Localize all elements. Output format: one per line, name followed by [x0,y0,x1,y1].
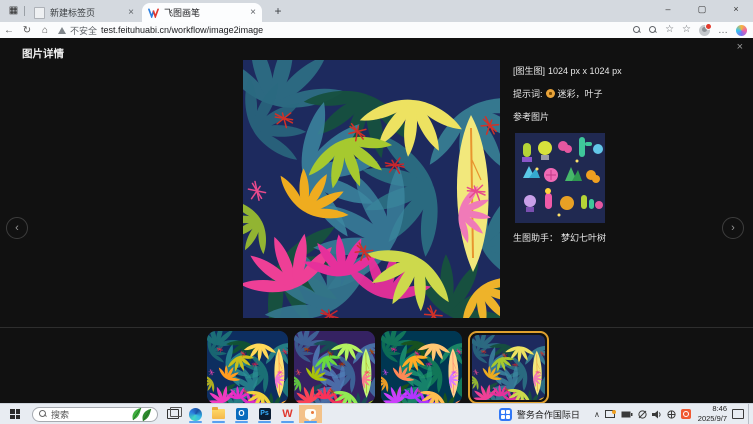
assistant-label: 生图助手： [513,231,558,244]
search-placeholder: 搜索 [51,408,69,421]
task-view-icon [167,409,179,419]
thumbnail-strip-divider [0,327,753,328]
thumbnail-3[interactable] [381,331,462,404]
widgets-label: 警务合作国际日 [517,408,580,421]
network-tray-icon[interactable] [638,410,647,419]
taskbar-search-input[interactable]: 搜索 [32,407,158,422]
search-leaf-decoration-icon [129,406,155,422]
address-bar[interactable]: 不安全 test.feituhuabi.cn/workflow/image2im… [58,24,633,37]
collections-icon[interactable]: ☆ [682,25,691,35]
thumbnail-1[interactable] [207,331,288,404]
copilot-icon[interactable] [736,25,747,36]
taskbar-app-wps[interactable]: W [276,405,299,423]
workspaces-icon[interactable]: ▦ [6,4,21,18]
profile-avatar[interactable] [699,25,710,36]
windows-taskbar: 搜索 O Ps W 警务合作国际日 ∧ [0,403,753,424]
prompt-row: 提示词: 迷彩，叶子 [513,87,622,100]
maximize-button[interactable]: ▢ [685,0,719,20]
next-image-button[interactable]: › [722,217,744,239]
back-icon[interactable]: ← [0,25,18,36]
screen-capture-tray-icon[interactable] [605,410,616,419]
volume-tray-icon[interactable] [652,410,662,419]
tab-new-tab-page[interactable]: 新建标签页 × [28,3,140,22]
taskbar-app-outlook[interactable]: O [230,405,253,423]
feitu-favicon-icon [148,8,159,18]
reference-image[interactable] [515,133,605,223]
clock-time: 8:46 [698,404,727,414]
clock-date: 2025/9/7 [698,414,727,424]
outlook-icon: O [236,408,248,420]
image-size: 1024 px x 1024 px [548,66,622,76]
folder-icon [212,409,225,419]
browser-toolbar: ← ↻ ⌂ 不安全 test.feituhuabi.cn/workflow/im… [0,22,753,38]
desktop-screen: ▦ 新建标签页 × 飞图画笔 × + – ▢ × ← ↻ ⌂ 不安全 [0,0,753,424]
tab-close-icon[interactable]: × [250,7,256,18]
security-label: 不安全 [70,24,97,37]
tab-divider [24,6,25,16]
tab-feitu-huabi[interactable]: 飞图画笔 × [142,3,262,22]
sogou-input-tray-icon[interactable] [681,409,691,419]
image-size-row: [图生图] 1024 px x 1024 px [513,64,622,77]
prompt-label: 提示词: [513,87,543,100]
taskbar-clock[interactable]: 8:46 2025/9/7 [698,404,727,424]
browser-menu-icon[interactable]: … [718,25,728,36]
browser-tab-strip: ▦ 新建标签页 × 飞图画笔 × + – ▢ × [0,0,753,22]
home-icon[interactable]: ⌂ [36,25,54,36]
widgets-button[interactable]: 警务合作国际日 [499,408,580,421]
dialog-title: 图片详情 [22,46,64,61]
taskbar-app-edge[interactable] [184,405,207,423]
zoom-icon[interactable] [649,26,657,34]
chat-app-icon [305,409,316,419]
window-controls: – ▢ × [651,0,753,20]
widgets-icon [499,408,512,421]
start-button[interactable] [0,404,30,424]
tab-close-icon[interactable]: × [128,7,134,18]
thumbnail-2[interactable] [294,331,375,404]
thumbnail-4-selected[interactable] [468,331,549,404]
input-method-tray-icon[interactable] [667,410,676,419]
mode-badge: [图生图] [513,64,545,77]
edge-icon [189,408,202,421]
action-center-icon[interactable] [732,409,744,419]
toolbar-actions: ☆ ☆ … [633,25,747,36]
windows-logo-icon [10,409,20,419]
security-warning-icon [58,27,66,34]
show-desktop-button[interactable] [748,404,753,424]
image-metadata-panel: [图生图] 1024 px x 1024 px 提示词: 迷彩，叶子 参考图片 … [513,64,622,254]
minimize-button[interactable]: – [651,0,685,20]
wps-icon: W [282,409,292,420]
task-view-button[interactable] [162,405,184,423]
copy-prompt-icon[interactable] [546,89,555,98]
tab-label: 飞图画笔 [164,6,200,19]
url-text[interactable]: test.feituhuabi.cn/workflow/image2image [101,25,263,35]
dialog-close-icon[interactable]: × [737,41,743,53]
previous-image-button[interactable]: ‹ [6,217,28,239]
photoshop-icon: Ps [259,408,271,420]
close-window-button[interactable]: × [719,0,753,20]
refresh-icon[interactable]: ↻ [18,25,36,36]
tray-expand-icon[interactable]: ∧ [594,410,600,419]
battery-tray-icon[interactable] [621,411,633,418]
taskbar-app-file-explorer[interactable] [207,405,230,423]
search-icon [39,410,47,418]
taskbar-app-photoshop[interactable]: Ps [253,405,276,423]
page-favicon-icon [34,7,45,19]
reference-label-row: 参考图片 [513,110,622,123]
prompt-text: 迷彩，叶子 [558,87,603,100]
favorite-star-icon[interactable]: ☆ [665,25,674,35]
reference-label: 参考图片 [513,110,549,123]
new-tab-button[interactable]: + [270,4,286,20]
taskbar-app-messenger-active[interactable] [299,405,322,423]
thumbnail-strip [207,331,549,404]
assistant-row: 生图助手： 梦幻七叶树 [513,231,622,244]
system-tray: ∧ [594,409,691,419]
generated-image [243,60,500,318]
tab-label: 新建标签页 [50,6,95,19]
image-detail-dialog: 图片详情 × ‹ › [图生图] 1024 px x 1024 px 提示词: … [0,38,753,404]
assistant-name: 梦幻七叶树 [561,231,606,244]
find-on-page-icon[interactable] [633,26,641,34]
